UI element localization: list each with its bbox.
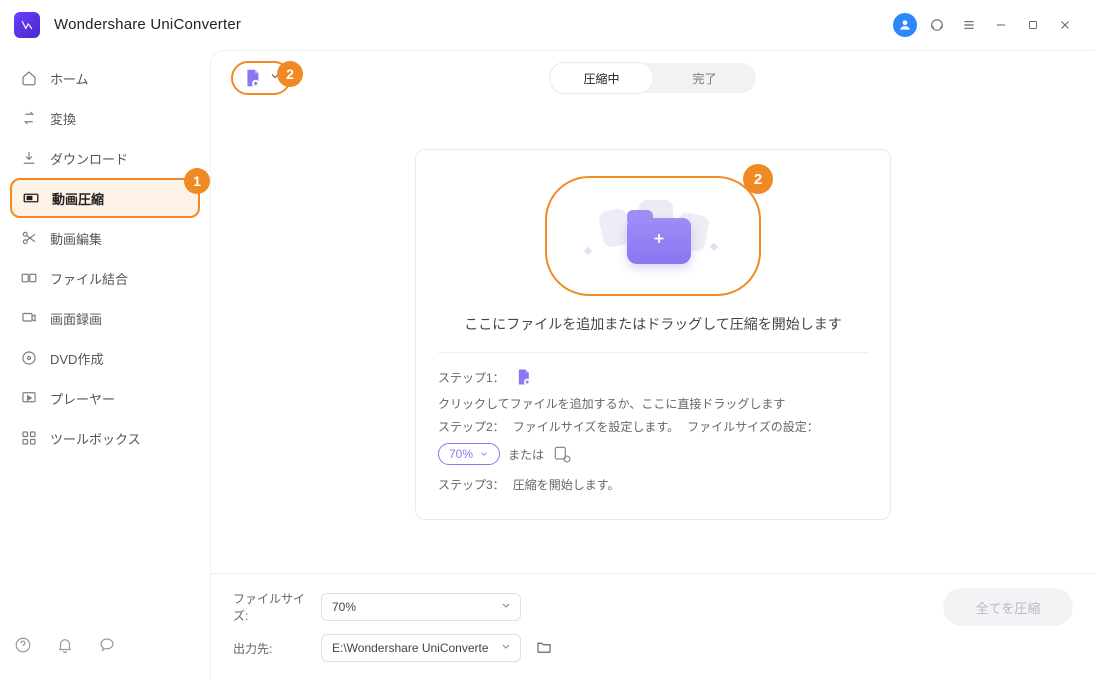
size-preset-select[interactable]: 70%: [438, 443, 500, 465]
sidebar: ホーム 変換 ダウンロード 動画圧縮 1 動画編集 ファイル結合: [0, 50, 210, 680]
sidebar-item-dvd[interactable]: DVD作成: [10, 338, 200, 378]
play-icon: [20, 389, 38, 407]
status-tabs: 圧縮中 完了: [550, 63, 756, 93]
sidebar-item-label: 動画圧縮: [52, 189, 104, 208]
bell-icon[interactable]: [54, 634, 76, 656]
footer: ファイルサイズ: 70% 全てを圧縮 出力先: E:\Wondershare U…: [211, 573, 1095, 680]
compress-all-button[interactable]: 全てを圧縮: [943, 588, 1073, 626]
sidebar-item-convert[interactable]: 変換: [10, 98, 200, 138]
help-icon[interactable]: [12, 634, 34, 656]
main-panel: 2 圧縮中 完了 2 ここにファイルを追加またはドラッグして圧縮を開始します: [210, 50, 1095, 680]
step3-label: ステップ3：: [438, 476, 505, 493]
drop-zone[interactable]: 2: [545, 176, 761, 296]
add-file-button[interactable]: 2: [231, 61, 291, 95]
add-file-icon: [513, 367, 533, 387]
sidebar-item-download[interactable]: ダウンロード: [10, 138, 200, 178]
step1-text: クリックしてファイルを追加するか、ここに直接ドラッグします: [438, 395, 785, 412]
app-title: Wondershare UniConverter: [54, 16, 241, 33]
chevron-down-icon: [500, 641, 512, 656]
divider: [438, 352, 868, 353]
window-close[interactable]: [1049, 9, 1081, 41]
step3-text: 圧縮を開始します。: [513, 476, 620, 493]
sidebar-item-home[interactable]: ホーム: [10, 58, 200, 98]
tab-compressing[interactable]: 圧縮中: [550, 63, 653, 93]
support-icon[interactable]: [921, 9, 953, 41]
sidebar-item-label: DVD作成: [50, 349, 103, 368]
step1-label: ステップ1：: [438, 369, 505, 386]
titlebar: Wondershare UniConverter: [0, 0, 1095, 50]
drop-card: 2 ここにファイルを追加またはドラッグして圧縮を開始します ステップ1：: [415, 149, 891, 520]
home-icon: [20, 69, 38, 87]
tutorial-badge-1: 1: [184, 168, 210, 194]
sidebar-item-compress[interactable]: 動画圧縮 1: [10, 178, 200, 218]
compress-icon: [22, 189, 40, 207]
window-maximize[interactable]: [1017, 9, 1049, 41]
sidebar-item-player[interactable]: プレーヤー: [10, 378, 200, 418]
chevron-down-icon: [500, 600, 512, 615]
tab-done[interactable]: 完了: [653, 63, 756, 93]
open-folder-icon[interactable]: [535, 638, 555, 658]
sidebar-item-record[interactable]: 画面録画: [10, 298, 200, 338]
account-avatar[interactable]: [889, 9, 921, 41]
sidebar-item-label: ファイル結合: [50, 269, 128, 288]
sidebar-item-label: 画面録画: [50, 309, 102, 328]
step2-or: または: [508, 446, 544, 463]
menu-icon[interactable]: [953, 9, 985, 41]
drop-caption: ここにファイルを追加またはドラッグして圧縮を開始します: [438, 314, 868, 334]
output-path-select[interactable]: E:\Wondershare UniConverte: [321, 634, 521, 662]
sidebar-item-label: 動画編集: [50, 229, 102, 248]
filesize-label: ファイルサイズ:: [233, 590, 307, 624]
sidebar-item-edit[interactable]: 動画編集: [10, 218, 200, 258]
sidebar-item-label: ツールボックス: [50, 429, 141, 448]
feedback-icon[interactable]: [96, 634, 118, 656]
sidebar-item-label: 変換: [50, 109, 76, 128]
settings-icon[interactable]: [552, 444, 572, 464]
sidebar-item-merge[interactable]: ファイル結合: [10, 258, 200, 298]
grid-icon: [20, 429, 38, 447]
scissors-icon: [20, 229, 38, 247]
drop-illustration: [583, 196, 723, 276]
download-icon: [20, 149, 38, 167]
tutorial-badge-2b: 2: [743, 164, 773, 194]
step2-text-a: ファイルサイズを設定します。: [513, 418, 679, 435]
filesize-select[interactable]: 70%: [321, 593, 521, 621]
window-minimize[interactable]: [985, 9, 1017, 41]
toolbar: 2 圧縮中 完了: [211, 51, 1095, 105]
sidebar-item-toolbox[interactable]: ツールボックス: [10, 418, 200, 458]
sidebar-item-label: ダウンロード: [50, 149, 128, 168]
step2-label: ステップ2：: [438, 418, 505, 435]
tutorial-badge-2a: 2: [277, 61, 303, 87]
record-icon: [20, 309, 38, 327]
merge-icon: [20, 269, 38, 287]
output-label: 出力先:: [233, 640, 307, 657]
convert-icon: [20, 109, 38, 127]
step2-text-b: ファイルサイズの設定：: [687, 418, 819, 435]
add-file-icon: [241, 67, 263, 89]
sidebar-item-label: プレーヤー: [50, 389, 115, 408]
disc-icon: [20, 349, 38, 367]
app-logo: [14, 12, 40, 38]
sidebar-item-label: ホーム: [50, 69, 89, 88]
